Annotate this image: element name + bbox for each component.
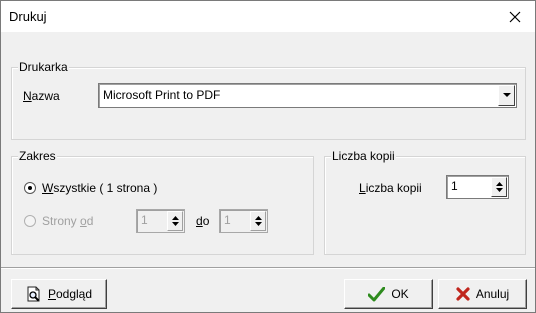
page-range-radio[interactable] xyxy=(24,215,36,227)
ok-button[interactable]: OK xyxy=(344,279,433,309)
page-to-label: do xyxy=(196,214,210,228)
all-pages-radio[interactable] xyxy=(24,182,36,194)
page-from-spinner[interactable]: 1 xyxy=(136,209,185,233)
page-to-spinner[interactable]: 1 xyxy=(219,209,268,233)
spin-down-icon xyxy=(495,188,503,192)
copies-value: 1 xyxy=(451,179,458,193)
copies-group-legend: Liczba kopii xyxy=(331,149,396,163)
spin-up-icon xyxy=(495,182,503,186)
printer-group-legend: Drukarka xyxy=(18,60,69,74)
printer-select[interactable]: Microsoft Print to PDF xyxy=(98,83,517,108)
spin-down-icon xyxy=(254,222,262,226)
copies-group: Liczba kopii Liczba kopii 1 xyxy=(324,149,526,255)
page-to-value: 1 xyxy=(224,213,231,227)
close-icon xyxy=(509,11,521,22)
print-preview-icon xyxy=(27,286,40,302)
close-button[interactable] xyxy=(495,1,535,32)
preview-button[interactable]: Podgląd xyxy=(11,279,107,309)
page-from-value: 1 xyxy=(141,213,148,227)
spin-down-icon xyxy=(171,222,179,226)
spin-up-icon xyxy=(254,216,262,220)
cancel-button[interactable]: Anuluj xyxy=(438,279,527,309)
printer-dropdown-button[interactable] xyxy=(498,85,515,106)
printer-group: Drukarka Nazwa Microsoft Print to PDF xyxy=(11,60,526,140)
spin-up-icon xyxy=(171,216,179,220)
copies-spinner[interactable]: 1 xyxy=(446,175,509,199)
preview-button-label: Podgląd xyxy=(47,287,93,301)
copies-label: Liczba kopii xyxy=(359,181,422,195)
all-pages-label[interactable]: Wszystkie ( 1 strona ) xyxy=(42,181,157,195)
page-from-spin-buttons[interactable] xyxy=(167,211,183,231)
dialog-title: Drukuj xyxy=(9,9,47,24)
copies-spin-buttons[interactable] xyxy=(491,177,507,197)
page-to-spin-buttons[interactable] xyxy=(250,211,266,231)
checkmark-icon xyxy=(368,286,386,301)
chevron-down-icon xyxy=(502,93,511,97)
range-group: Zakres Wszystkie ( 1 strona ) Strony od … xyxy=(11,149,314,255)
print-dialog: Drukuj Drukarka Nazwa Microsoft Print to… xyxy=(0,0,536,313)
printer-name-label: Nazwa xyxy=(23,89,60,103)
button-separator xyxy=(1,267,535,269)
cancel-button-label: Anuluj xyxy=(475,287,510,301)
page-range-label[interactable]: Strony od xyxy=(42,214,93,228)
cancel-x-icon xyxy=(456,287,470,301)
range-group-legend: Zakres xyxy=(18,149,57,163)
title-bar: Drukuj xyxy=(1,1,535,32)
ok-button-label: OK xyxy=(391,287,409,301)
printer-select-value: Microsoft Print to PDF xyxy=(103,88,221,102)
